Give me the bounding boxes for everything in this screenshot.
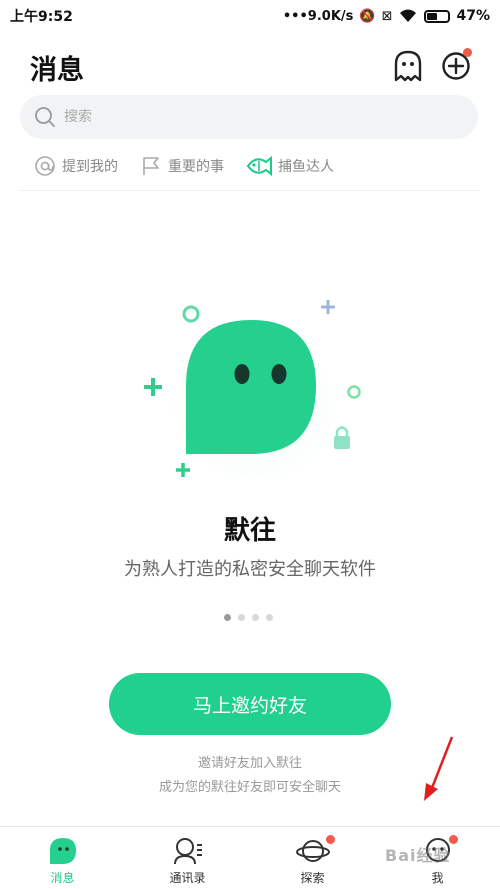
tab-label: 探索 <box>300 871 325 885</box>
status-time: 上午9:52 <box>10 9 73 25</box>
filter-label: 重要的事 <box>168 159 224 175</box>
tab-label: 我 <box>431 871 444 885</box>
search-bar[interactable] <box>20 95 478 139</box>
add-button[interactable] <box>441 48 472 81</box>
status-indicators: •••9.0K/s 🔕 ⊠ 47% <box>283 8 490 24</box>
battery-icon <box>424 9 451 23</box>
invite-friends-button[interactable]: 马上邀约好友 <box>109 673 391 735</box>
red-arrow-annotation <box>424 736 454 801</box>
watermark: Bai经验 <box>385 846 451 865</box>
tab-explore[interactable]: 探索 <box>250 827 375 889</box>
battery-level: 47% <box>456 8 490 24</box>
wifi-icon <box>400 9 417 22</box>
page-dot <box>224 614 231 621</box>
quick-filters: 提到我的 重要的事 捕鱼达人 <box>34 152 356 180</box>
header: 消息 <box>0 44 500 88</box>
search-input[interactable] <box>64 109 444 125</box>
search-icon <box>35 107 55 127</box>
filter-label: 捕鱼达人 <box>278 159 334 175</box>
page-dot <box>238 614 245 621</box>
network-speed: •••9.0K/s <box>282 8 354 24</box>
page-indicator <box>224 614 273 621</box>
filter-label: 提到我的 <box>62 159 118 175</box>
ghost-button[interactable] <box>393 50 423 82</box>
filter-fishing[interactable]: 捕鱼达人 <box>246 154 334 178</box>
at-icon <box>35 156 55 176</box>
ghost-icon <box>394 50 422 82</box>
notification-dot <box>326 835 335 844</box>
status-bar: 上午9:52 •••9.0K/s 🔕 ⊠ 47% <box>0 0 500 32</box>
fish-icon <box>246 155 272 177</box>
mascot-illustration <box>144 300 361 488</box>
tab-label: 消息 <box>50 871 75 885</box>
divider <box>20 190 480 191</box>
app-tagline: 为熟人打造的私密安全聊天软件 <box>124 559 376 580</box>
chat-bubble-icon <box>49 838 76 864</box>
page-dot <box>252 614 259 621</box>
no-sim-icon: ⊠ <box>381 8 393 24</box>
planet-icon <box>295 840 330 862</box>
tab-contacts[interactable]: 通讯录 <box>125 827 250 889</box>
flag-icon <box>143 157 159 175</box>
filter-important[interactable]: 重要的事 <box>140 155 224 177</box>
mute-icon: 🔕 <box>359 8 376 24</box>
app-name: 默往 <box>223 516 276 546</box>
page-dot <box>266 614 273 621</box>
page-title: 消息 <box>30 55 84 86</box>
contacts-icon <box>173 838 202 865</box>
notification-dot <box>463 48 472 57</box>
tab-messages[interactable]: 消息 <box>0 827 125 889</box>
tab-label: 通讯录 <box>169 871 206 885</box>
filter-mentions[interactable]: 提到我的 <box>34 155 118 177</box>
